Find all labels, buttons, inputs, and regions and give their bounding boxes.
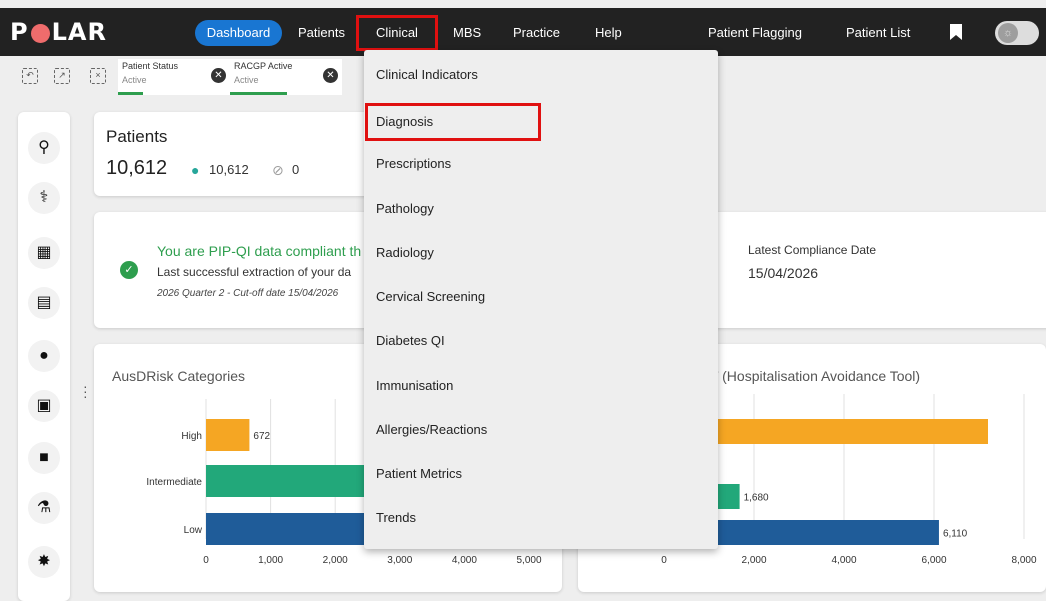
x-tick-label: 0 <box>661 555 667 566</box>
filter-chip-patient-status[interactable]: Patient Status Active ✕ <box>118 59 230 95</box>
category-label: Intermediate <box>146 477 202 488</box>
menu-item-prescriptions[interactable]: Prescriptions <box>376 149 451 179</box>
virus-icon[interactable]: ✸ <box>28 546 60 578</box>
restore-filter-icon[interactable]: ↶ <box>22 68 38 84</box>
active-patient-icon: ● <box>191 162 200 178</box>
filter-chip-indicator <box>230 92 287 95</box>
menu-item-allergies-reactions[interactable]: Allergies/Reactions <box>376 415 487 445</box>
user-circle-icon[interactable]: ● <box>28 340 60 372</box>
app-root: P LAR Dashboard Patients Clinical MBS Pra… <box>0 0 1046 601</box>
x-tick-label: 8,000 <box>1011 555 1036 566</box>
filter-chip-indicator <box>118 92 143 95</box>
share-filter-icon[interactable]: ↗ <box>54 68 70 84</box>
x-tick-label: 2,000 <box>741 555 766 566</box>
patients-card: Patients 10,612 ● 10,612 ⊘ 0 <box>94 112 394 196</box>
filter-chip-title: RACGP Active <box>234 61 293 71</box>
menu-item-diabetes-qi[interactable]: Diabetes QI <box>376 326 445 356</box>
nav-patients[interactable]: Patients <box>298 20 345 46</box>
clipboard-icon[interactable]: ▣ <box>28 390 60 422</box>
patient-search-icon[interactable]: ⚲ <box>28 132 60 164</box>
compliance-cutoff: 2026 Quarter 2 - Cut-off date 15/04/2026 <box>157 288 339 299</box>
polar-logo[interactable]: P LAR <box>10 18 107 46</box>
sidebar: ⚲ ⚕ ▦ ▤ ● ▣ ■ ⚗ ✸ <box>18 112 70 601</box>
close-icon[interactable]: ✕ <box>323 68 338 83</box>
filter-chip-value: Active <box>234 75 259 85</box>
filter-chip-racgp-active[interactable]: RACGP Active Active ✕ <box>230 59 342 95</box>
inactive-patient-icon: ⊘ <box>272 162 284 178</box>
doctor-icon[interactable]: ⚕ <box>28 182 60 214</box>
compliance-subtext: Last successful extraction of your da <box>157 265 352 279</box>
nav-dashboard[interactable]: Dashboard <box>195 20 282 46</box>
x-tick-label: 0 <box>203 555 209 566</box>
latest-compliance-date-value: 15/04/2026 <box>748 265 819 281</box>
menu-item-diagnosis[interactable]: Diagnosis <box>365 103 541 141</box>
calculator-icon[interactable]: ▦ <box>28 237 60 269</box>
patients-title: Patients <box>106 127 168 146</box>
patients-active-count: 10,612 <box>209 162 249 177</box>
bar <box>206 419 250 451</box>
nav-help[interactable]: Help <box>595 20 622 46</box>
bookmark-icon[interactable] <box>950 24 962 40</box>
x-tick-label: 1,000 <box>258 555 283 566</box>
patients-inactive-count: 0 <box>292 162 300 177</box>
clear-filters-icon[interactable]: × <box>90 68 106 84</box>
x-tick-label: 3,000 <box>387 555 412 566</box>
close-icon[interactable]: ✕ <box>211 68 226 83</box>
x-tick-label: 6,000 <box>921 555 946 566</box>
category-label: Low <box>184 525 203 536</box>
x-tick-label: 5,000 <box>516 555 541 566</box>
archive-icon[interactable]: ■ <box>28 442 60 474</box>
bar-value-label: 672 <box>253 431 270 442</box>
theme-toggle[interactable]: ☼ <box>995 21 1039 45</box>
menu-item-immunisation[interactable]: Immunisation <box>376 371 453 401</box>
nav-patient-list[interactable]: Patient List <box>846 20 910 46</box>
check-circle-icon: ✓ <box>120 261 138 279</box>
menu-item-trends[interactable]: Trends <box>376 503 416 533</box>
x-tick-label: 4,000 <box>831 555 856 566</box>
sun-icon: ☼ <box>998 23 1018 43</box>
menu-item-pathology[interactable]: Pathology <box>376 194 434 224</box>
nav-mbs[interactable]: MBS <box>453 20 481 46</box>
x-tick-label: 4,000 <box>452 555 477 566</box>
nav-clinical[interactable]: Clinical <box>356 15 438 51</box>
top-nav-bar: P LAR Dashboard Patients Clinical MBS Pra… <box>0 8 1046 56</box>
patients-total: 10,612 <box>106 157 168 179</box>
menu-item-patient-metrics[interactable]: Patient Metrics <box>376 459 462 489</box>
nav-patient-flagging[interactable]: Patient Flagging <box>708 20 802 46</box>
compliance-headline: You are PIP-QI data compliant th <box>157 243 362 259</box>
bar-value-label: 1,680 <box>744 493 769 504</box>
medicine-icon[interactable]: ⚗ <box>28 492 60 524</box>
filter-chip-title: Patient Status <box>122 61 179 71</box>
nav-practice[interactable]: Practice <box>513 20 560 46</box>
calendar-icon[interactable]: ▤ <box>28 287 60 319</box>
bar-value-label: 6,110 <box>943 529 968 540</box>
category-label: High <box>181 431 202 442</box>
menu-item-clinical-indicators[interactable]: Clinical Indicators <box>376 60 478 90</box>
menu-item-radiology[interactable]: Radiology <box>376 238 434 268</box>
filter-chip-value: Active <box>122 75 147 85</box>
x-tick-label: 2,000 <box>323 555 348 566</box>
sidebar-resize-handle[interactable]: · · · <box>83 379 89 403</box>
menu-item-cervical-screening[interactable]: Cervical Screening <box>376 282 485 312</box>
clinical-dropdown-menu: Clinical Indicators Diagnosis Prescripti… <box>364 50 718 549</box>
latest-compliance-date-label: Latest Compliance Date <box>748 243 877 257</box>
